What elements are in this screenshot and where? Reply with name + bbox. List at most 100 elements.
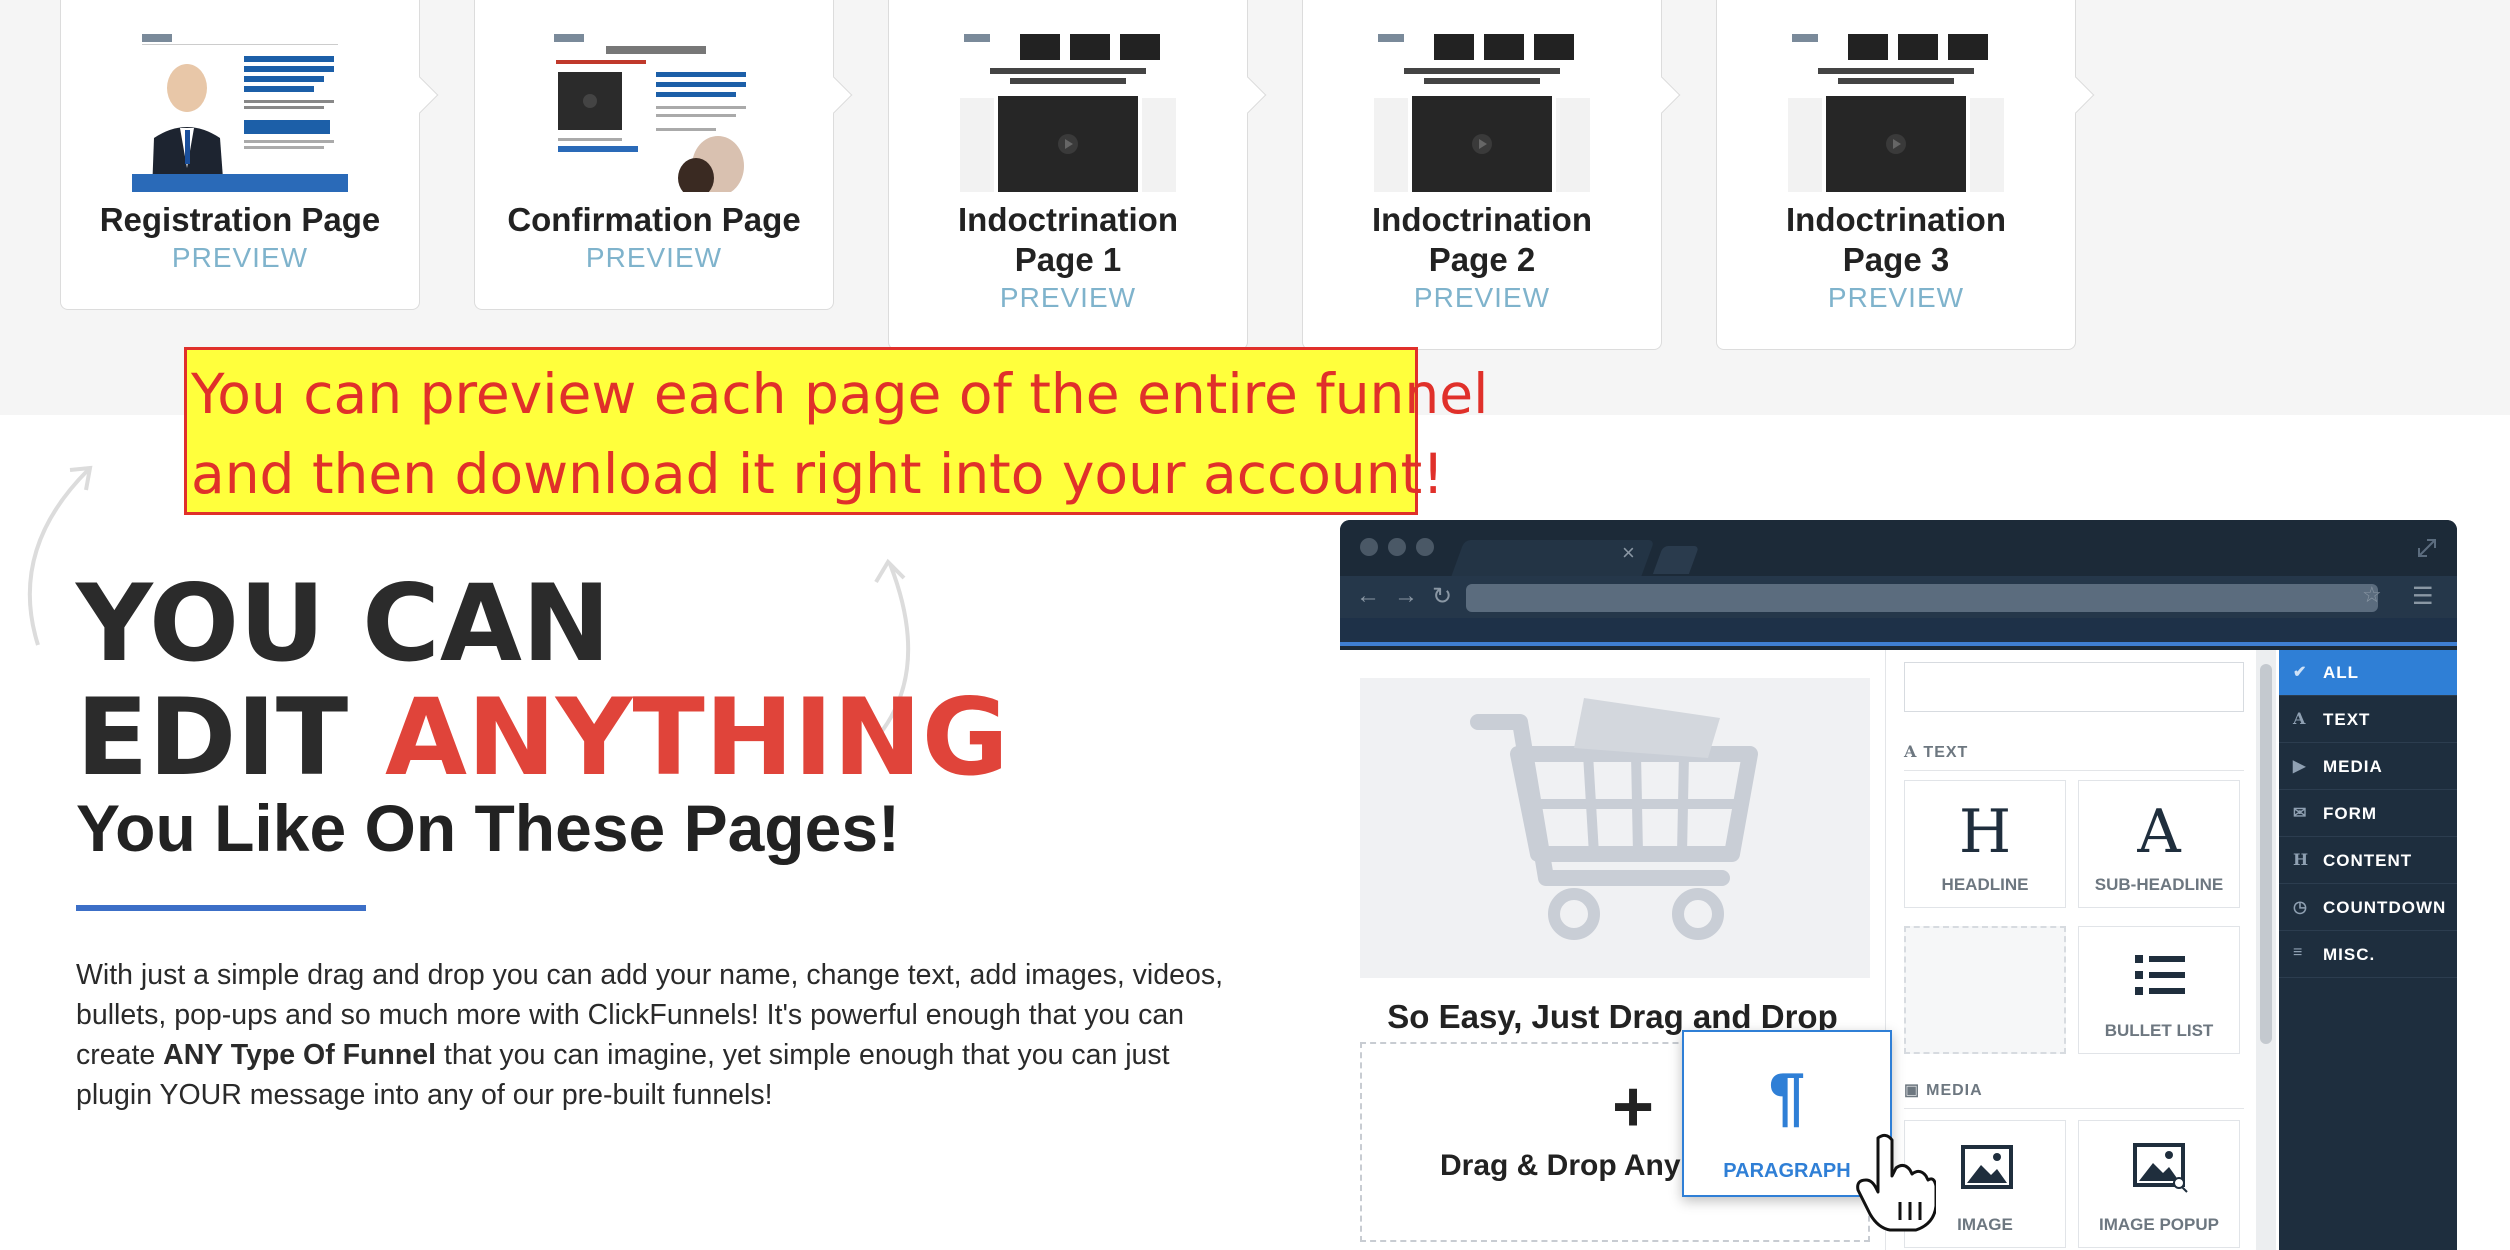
preview-link[interactable]: PREVIEW — [1303, 282, 1661, 314]
card-title-line-2: Page 2 — [1428, 241, 1536, 278]
url-field[interactable] — [1466, 584, 2378, 612]
funnel-step-card-indoctrination-3[interactable]: Indoctrination Page 3 PREVIEW — [1716, 0, 2095, 350]
category-content[interactable]: H CONTENT — [2279, 838, 2457, 884]
browser-address-bar: ← → ↻ ☆ ☰ — [1340, 576, 2457, 618]
pointer-icon: ✔ — [2293, 664, 2308, 681]
forward-arrow-icon[interactable]: → — [1394, 582, 1418, 610]
menu-icon: ≡ — [2293, 944, 2304, 961]
category-countdown[interactable]: ◷ COUNTDOWN — [2279, 885, 2457, 931]
window-minimize-dot[interactable] — [1388, 538, 1406, 556]
callout-line-1: You can preview each page of the entire … — [191, 362, 1489, 426]
card-title: Registration Page — [99, 201, 381, 238]
add-element-plus-icon: + — [1612, 1067, 1655, 1147]
card-title-line-2: Page 1 — [1014, 241, 1122, 278]
preview-callout-banner: You can preview each page of the entire … — [184, 347, 1489, 515]
category-label: CONTENT — [2323, 851, 2413, 870]
paragraph-icon: ¶ — [1768, 1059, 1806, 1133]
new-tab-button[interactable] — [1652, 546, 1700, 574]
clock-icon: ◷ — [2293, 899, 2308, 916]
editor-toolbar-strip — [1340, 618, 2457, 646]
elements-panel: A TEXT H HEADLINE A SUB-HEADLINE BULLET L… — [1885, 650, 2279, 1250]
hero-heading-accent: ANYTHING — [385, 676, 1009, 799]
browser-menu-icon[interactable]: ☰ — [2412, 582, 2434, 611]
bookmark-star-icon[interactable]: ☆ — [2362, 582, 2382, 608]
shopping-cart-image — [1360, 678, 1870, 978]
category-label: TEXT — [2323, 710, 2371, 729]
preview-link[interactable]: PREVIEW — [475, 242, 833, 274]
section-divider — [1904, 1108, 2244, 1109]
bullet-list-element-tile[interactable]: BULLET LIST — [2078, 926, 2240, 1054]
hero-subheading: You Like On These Pages! — [76, 791, 901, 865]
back-arrow-icon[interactable]: ← — [1356, 582, 1380, 610]
envelope-icon: ✉ — [2293, 805, 2308, 822]
element-category-nav: ✔ ALL A TEXT ▶ MEDIA ✉ FORM H CONTENT ◷ … — [2279, 650, 2457, 1250]
image-popup-icon — [2133, 1143, 2188, 1193]
page-thumbnail[interactable] — [1374, 28, 1590, 192]
heading-divider — [76, 905, 366, 911]
tab-close-icon[interactable]: × — [1622, 540, 1635, 566]
tile-label: BULLET LIST — [2104, 1021, 2214, 1040]
card-title-line-2: Page 3 — [1842, 241, 1950, 278]
category-label: COUNTDOWN — [2323, 898, 2447, 917]
category-label: MEDIA — [2323, 757, 2383, 776]
category-all[interactable]: ✔ ALL — [2279, 650, 2457, 696]
expand-icon[interactable] — [2415, 536, 2439, 560]
category-label: FORM — [2323, 804, 2378, 823]
card-title-line-1: Indoctrination — [958, 201, 1178, 238]
preview-link[interactable]: PREVIEW — [889, 282, 1247, 314]
funnel-step-card-indoctrination-2[interactable]: Indoctrination Page 2 PREVIEW — [1302, 0, 1681, 350]
headline-icon: H — [1958, 797, 2012, 867]
page-thumbnail[interactable] — [1788, 28, 2004, 192]
preview-link[interactable]: PREVIEW — [61, 242, 419, 274]
card-title: Confirmation Page — [507, 201, 801, 238]
funnel-step-card-registration[interactable]: Registration Page PREVIEW — [60, 0, 439, 310]
element-search-input[interactable] — [1904, 662, 2244, 712]
funnel-step-card-confirmation[interactable]: Confirmation Page PREVIEW — [474, 0, 853, 310]
hero-heading-line-1: YOU CAN — [76, 562, 611, 685]
bullet-list-icon — [2135, 955, 2185, 995]
heading-icon: H — [2293, 850, 2310, 869]
description-emphasis: ANY Type Of Funnel — [163, 1039, 437, 1071]
hero-description: With just a simple drag and drop you can… — [76, 955, 1236, 1115]
callout-line-2: and then download it right into your acc… — [191, 442, 1445, 506]
text-section-label: A TEXT — [1904, 742, 1969, 761]
reload-icon[interactable]: ↻ — [1432, 582, 1452, 611]
text-section-icon: A — [1904, 742, 1918, 761]
hand-cursor-icon — [1856, 1133, 1936, 1232]
category-label: MISC. — [2323, 945, 2376, 964]
window-close-dot[interactable] — [1360, 538, 1378, 556]
sub-headline-element-tile[interactable]: A SUB-HEADLINE — [2078, 780, 2240, 908]
scrollbar-thumb[interactable] — [2260, 664, 2272, 1044]
shopping-cart-icon — [1470, 698, 1758, 940]
category-text[interactable]: A TEXT — [2279, 697, 2457, 743]
image-icon — [1961, 1145, 2013, 1189]
headline-element-tile[interactable]: H HEADLINE — [1904, 780, 2066, 908]
browser-tab-bar: × — [1340, 520, 2457, 576]
hero-heading-line-2: EDIT ANYTHING — [76, 676, 1009, 799]
text-icon: A — [2293, 709, 2307, 728]
category-form[interactable]: ✉ FORM — [2279, 791, 2457, 837]
image-popup-element-tile[interactable]: IMAGE POPUP — [2078, 1120, 2240, 1248]
tile-label: IMAGE POPUP — [2099, 1215, 2219, 1234]
hero-heading-plain: EDIT — [76, 676, 386, 799]
page-thumbnail[interactable] — [960, 28, 1176, 192]
card-title-line-1: Indoctrination — [1372, 201, 1592, 238]
category-label: ALL — [2323, 663, 2360, 682]
play-icon: ▶ — [2293, 758, 2307, 775]
section-divider — [1904, 770, 2244, 771]
funnel-step-card-indoctrination-1[interactable]: Indoctrination Page 1 PREVIEW — [888, 0, 1267, 350]
card-title-line-1: Indoctrination — [1786, 201, 2006, 238]
media-section-label: ▣ MEDIA — [1904, 1082, 1983, 1099]
panel-scrollbar[interactable] — [2256, 650, 2276, 1250]
drop-zone-text: Drag & Drop Any — [1440, 1149, 1681, 1182]
empty-tile-slot — [1904, 926, 2066, 1054]
category-misc[interactable]: ≡ MISC. — [2279, 932, 2457, 978]
tile-label: HEADLINE — [1941, 875, 2029, 894]
sub-headline-icon: A — [2137, 797, 2181, 867]
window-maximize-dot[interactable] — [1416, 538, 1434, 556]
preview-link[interactable]: PREVIEW — [1717, 282, 2075, 314]
tile-label: SUB-HEADLINE — [2094, 875, 2224, 894]
page-thumbnail[interactable] — [132, 28, 348, 192]
category-media[interactable]: ▶ MEDIA — [2279, 744, 2457, 790]
page-thumbnail[interactable] — [546, 28, 762, 192]
